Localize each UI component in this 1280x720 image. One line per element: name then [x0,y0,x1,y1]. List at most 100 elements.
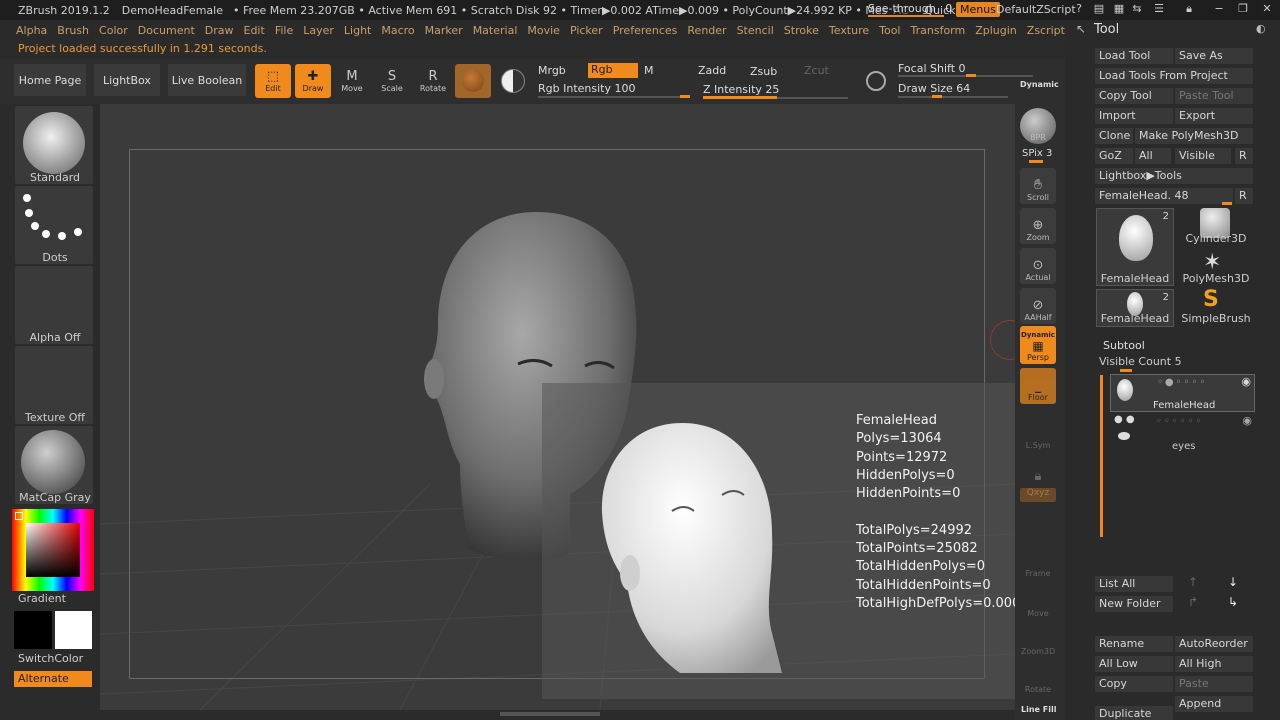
lightbox-button[interactable]: LightBox [94,64,160,96]
load-tools-from-project-button[interactable]: Load Tools From Project [1095,68,1253,84]
export-button[interactable]: Export [1175,108,1253,124]
subtool-scrollbar[interactable] [1100,375,1103,537]
menu-texture[interactable]: Texture [829,24,869,37]
clone-button[interactable]: Clone [1095,128,1133,144]
z-intensity-fill[interactable] [703,96,777,99]
m-button[interactable]: M [644,64,654,77]
goz-all-button[interactable]: All [1135,148,1171,164]
tool-panel-title[interactable]: Tool [1094,22,1119,37]
zoom3d-button[interactable]: Zoom3D [1020,622,1056,658]
bpr-button[interactable]: BPR [1020,108,1056,144]
menu-macro[interactable]: Macro [381,24,414,37]
secondary-color-swatch[interactable] [55,611,92,649]
zscript-selector[interactable]: DefaultZScript [996,3,1076,16]
menu-stencil[interactable]: Stencil [737,24,774,37]
material-swatch[interactable] [455,64,491,98]
paste-tool-button[interactable]: Paste Tool [1175,88,1253,104]
menu-movie[interactable]: Movie [527,24,560,37]
edit-button[interactable]: ⬚ Edit [255,64,291,98]
zsub-button[interactable]: Zsub [750,65,777,78]
copy-subtool-button[interactable]: Copy [1095,676,1173,692]
menu-light[interactable]: Light [344,24,371,37]
help-icon[interactable]: ? [1070,2,1088,18]
menus-button[interactable]: Menus [956,2,1000,17]
menu-file[interactable]: File [275,24,293,37]
subtool-eyes-icons[interactable]: ◦◦◦◦◦◦ [1156,416,1203,427]
spix-slider[interactable] [1029,160,1043,163]
focal-shift-handle[interactable] [966,74,976,77]
current-tool-slider[interactable]: FemaleHead. 48 [1095,188,1233,204]
current-tool-r-button[interactable]: R [1235,188,1253,204]
switchcolor-button[interactable]: SwitchColor [18,652,83,665]
rename-button[interactable]: Rename [1095,636,1173,652]
menu-alpha[interactable]: Alpha [16,24,47,37]
lock-button[interactable]: 🔒︎ [1020,450,1056,486]
primary-color-swatch[interactable] [14,611,52,649]
all-low-button[interactable]: All Low [1095,656,1173,672]
polymesh3d-label[interactable]: PolyMesh3D [1180,272,1252,285]
see-through-slider[interactable]: See-through 0 [868,2,952,17]
visible-count-handle[interactable] [1120,369,1132,372]
aahalf-button[interactable]: ⊘ AAHalf [1020,288,1056,324]
import-button[interactable]: Import [1095,108,1173,124]
layout-icon[interactable]: ▤ [1090,2,1108,18]
folder-up-icon[interactable]: ↱ [1188,595,1198,609]
draw-button[interactable]: ✚ Draw [295,64,331,98]
simplebrush-icon[interactable]: S [1203,287,1219,312]
make-polymesh3d-button[interactable]: Make PolyMesh3D [1135,128,1253,144]
subtool-femalehead-eye-icon[interactable]: ◉ [1241,375,1251,388]
mrgb-button[interactable]: Mrgb [538,64,566,77]
subtool-femalehead-icons[interactable]: ◦●◦◦◦◦ [1157,377,1207,388]
dynamic-button[interactable]: Dynamic [1020,80,1059,89]
rotate-view-button[interactable]: Rotate [1020,660,1056,696]
menu-zscript[interactable]: Zscript [1027,24,1065,37]
load-tool-button[interactable]: Load Tool [1095,48,1173,64]
copy-tool-button[interactable]: Copy Tool [1095,88,1173,104]
list-all-button[interactable]: List All [1095,576,1173,592]
draw-size-handle[interactable] [932,95,942,98]
color-picker[interactable] [12,509,94,591]
gradient-label[interactable]: Gradient [18,592,66,605]
panel-pin-icon[interactable]: ↖ [1076,22,1086,36]
menu-stroke[interactable]: Stroke [784,24,819,37]
goz-r-button[interactable]: R [1235,148,1253,164]
menu-transform[interactable]: Transform [911,24,966,37]
lightbox-tools-button[interactable]: Lightbox▶Tools [1095,168,1253,184]
color-square[interactable] [26,523,80,577]
zadd-button[interactable]: Zadd [698,64,726,77]
scale-button[interactable]: S Scale [374,64,410,98]
subtool-section-header[interactable]: Subtool [1103,339,1145,352]
color-mode-button[interactable] [495,64,531,98]
layout-list-icon[interactable]: ☰ [1150,2,1168,18]
rotate-button[interactable]: R Rotate [415,64,451,98]
move-up-arrow-icon[interactable]: ↑ [1188,575,1198,589]
menu-brush[interactable]: Brush [57,24,89,37]
bottom-shelf-handle[interactable] [500,712,600,716]
subtool-item-eyes[interactable]: ● ● ◦◦◦◦◦◦ ◉ eyes [1110,414,1255,454]
floor-button[interactable]: ▁ Floor [1020,368,1056,404]
menu-picker[interactable]: Picker [570,24,603,37]
menu-tool[interactable]: Tool [879,24,900,37]
brush-size-mode-button[interactable] [858,64,894,98]
draw-size-track[interactable] [898,96,1008,98]
paste-subtool-button[interactable]: Paste [1175,676,1253,692]
folder-down-icon[interactable]: ↳ [1228,595,1238,609]
close-icon[interactable]: ✕ [1258,2,1276,18]
move-down-arrow-icon[interactable]: ↓ [1228,575,1238,589]
duplicate-button[interactable]: Duplicate [1095,706,1173,720]
move-view-button[interactable]: Move [1020,584,1056,620]
line-fill-button[interactable]: Line Fill [1021,705,1056,714]
home-page-button[interactable]: Home Page [14,64,86,96]
goz-visible-button[interactable]: Visible [1175,148,1231,164]
move-button[interactable]: M Move [334,64,370,98]
menu-material[interactable]: Material [473,24,518,37]
spix-label[interactable]: SPix 3 [1022,148,1052,159]
menu-layer[interactable]: Layer [303,24,334,37]
lsym-button[interactable]: L.Sym [1020,416,1056,452]
minimize-icon[interactable]: − [1210,2,1228,18]
menu-color[interactable]: Color [99,24,128,37]
visible-count-slider[interactable]: Visible Count 5 [1099,355,1182,368]
cylinder3d-label[interactable]: Cylinder3D [1180,232,1252,245]
persp-button[interactable]: Dynamic ▦ Persp [1020,326,1056,364]
layout-cycle-icon[interactable]: ⇆ [1128,2,1146,18]
